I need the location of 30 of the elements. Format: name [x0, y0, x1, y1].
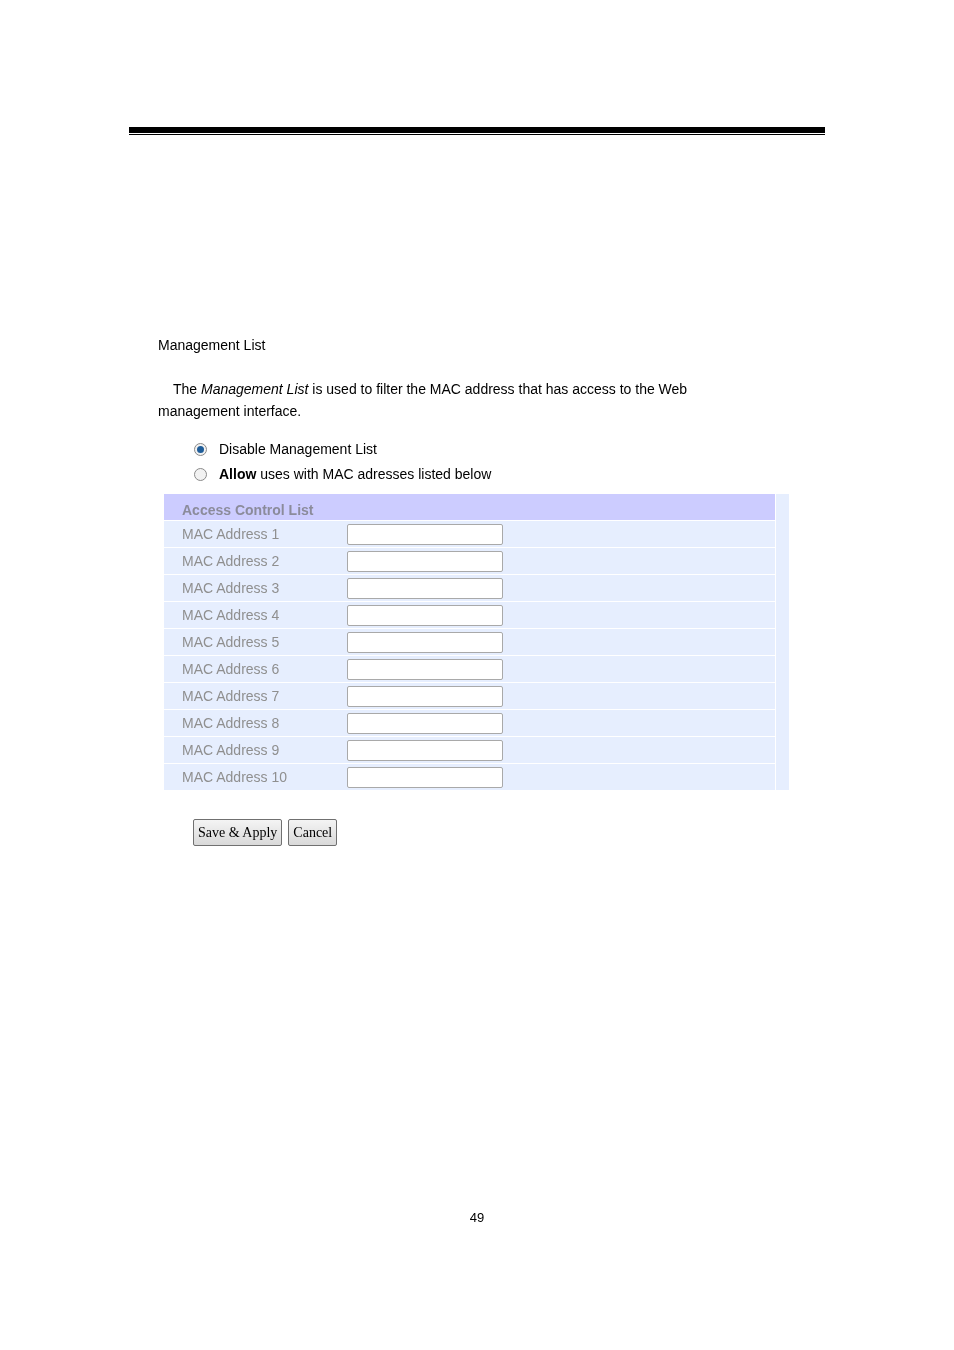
- radio-label: Disable Management List: [219, 440, 377, 459]
- radio-button[interactable]: [194, 468, 207, 481]
- mac-address-label: MAC Address 3: [181, 578, 281, 598]
- mac-address-field[interactable]: [347, 658, 503, 680]
- mac-address-field[interactable]: [347, 712, 503, 734]
- mac-address-field[interactable]: [347, 577, 503, 599]
- mac-address-label: MAC Address 6: [181, 659, 281, 679]
- mac-address-field[interactable]: [347, 631, 503, 653]
- mac-address-label: MAC Address 2: [181, 551, 281, 571]
- table-header: Access Control List: [164, 494, 776, 520]
- mac-address-field[interactable]: [347, 739, 503, 761]
- radio-label: Allow uses with MAC adresses listed below: [219, 465, 492, 484]
- mac-address-label: MAC Address 10: [181, 767, 289, 787]
- radio-button[interactable]: [194, 443, 207, 456]
- description-paragraph: The Management List is used to filter the MAC address that has access to the Web management interface.: [158, 380, 689, 421]
- mac-address-field[interactable]: [347, 550, 503, 572]
- mac-address-field[interactable]: [347, 766, 503, 788]
- mac-address-label: MAC Address 8: [181, 713, 281, 733]
- mac-address-label: MAC Address 1: [181, 524, 281, 544]
- mac-address-field[interactable]: [347, 685, 503, 707]
- mac-address-label: MAC Address 7: [181, 686, 281, 706]
- section-title: Management List: [158, 336, 267, 355]
- form-button[interactable]: Cancel: [288, 819, 338, 846]
- page-number: 49: [469, 1209, 485, 1227]
- mac-address-label: MAC Address 4: [181, 605, 281, 625]
- form-button[interactable]: Save & Apply: [193, 819, 283, 846]
- mac-address-field[interactable]: [347, 604, 503, 626]
- mac-address-label: MAC Address 9: [181, 740, 281, 760]
- mac-address-field[interactable]: [347, 523, 503, 545]
- mac-address-label: MAC Address 5: [181, 632, 281, 652]
